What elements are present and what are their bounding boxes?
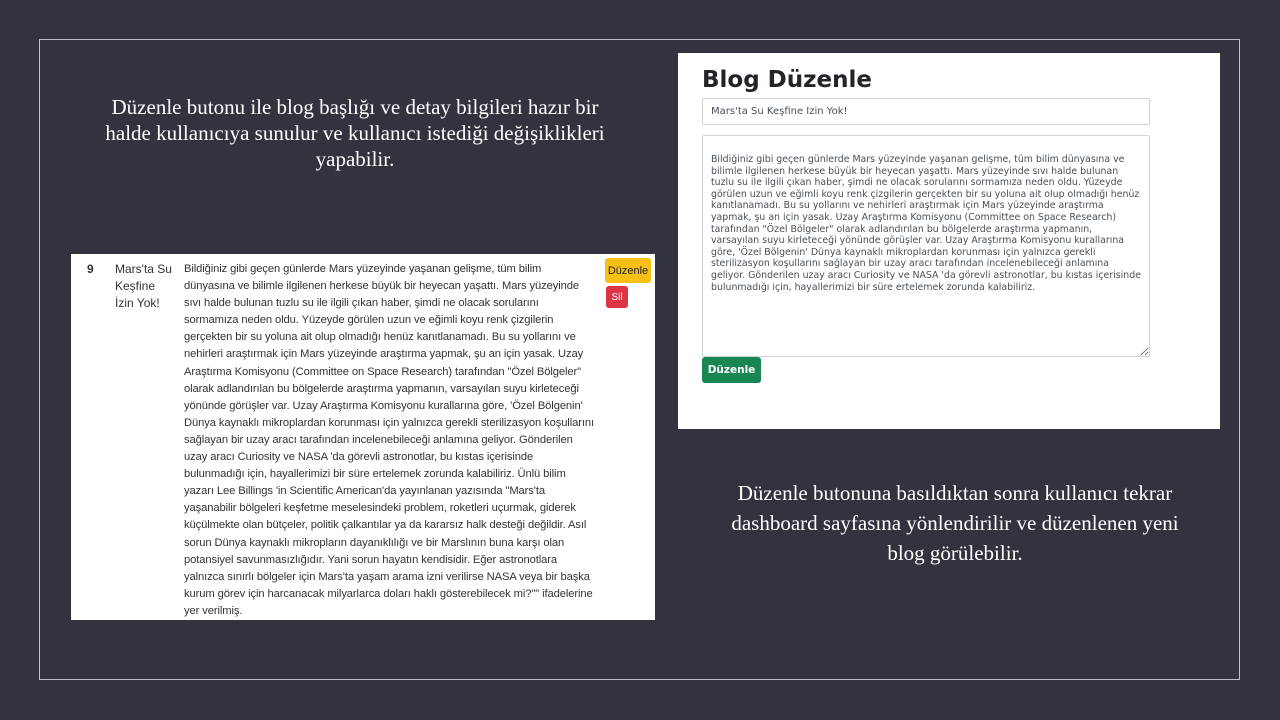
row-id: 9 [87,262,94,276]
delete-button[interactable]: Sil [606,286,628,308]
blog-edit-form-screenshot: Blog Düzenle Bildiğiniz gibi geçen günle… [678,53,1220,429]
form-heading: Blog Düzenle [702,67,872,93]
caption-redirect: Düzenle butonuna basıldıktan sonra kulla… [731,481,1179,565]
body-textarea[interactable]: Bildiğiniz gibi geçen günlerde Mars yüze… [702,135,1150,357]
blog-table-row-screenshot: 9 Mars'ta Su Keşfine İzin Yok! Bildiğini… [71,254,655,620]
caption-edit-intro: Düzenle butonu ile blog başlığı ve detay… [105,95,605,171]
row-title: Mars'ta Su Keşfine İzin Yok! [115,262,172,310]
row-body: Bildiğiniz gibi geçen günlerde Mars yüze… [184,263,594,617]
edit-button[interactable]: Düzenle [605,258,651,283]
title-input[interactable] [702,98,1150,125]
submit-edit-button[interactable]: Düzenle [702,357,761,383]
